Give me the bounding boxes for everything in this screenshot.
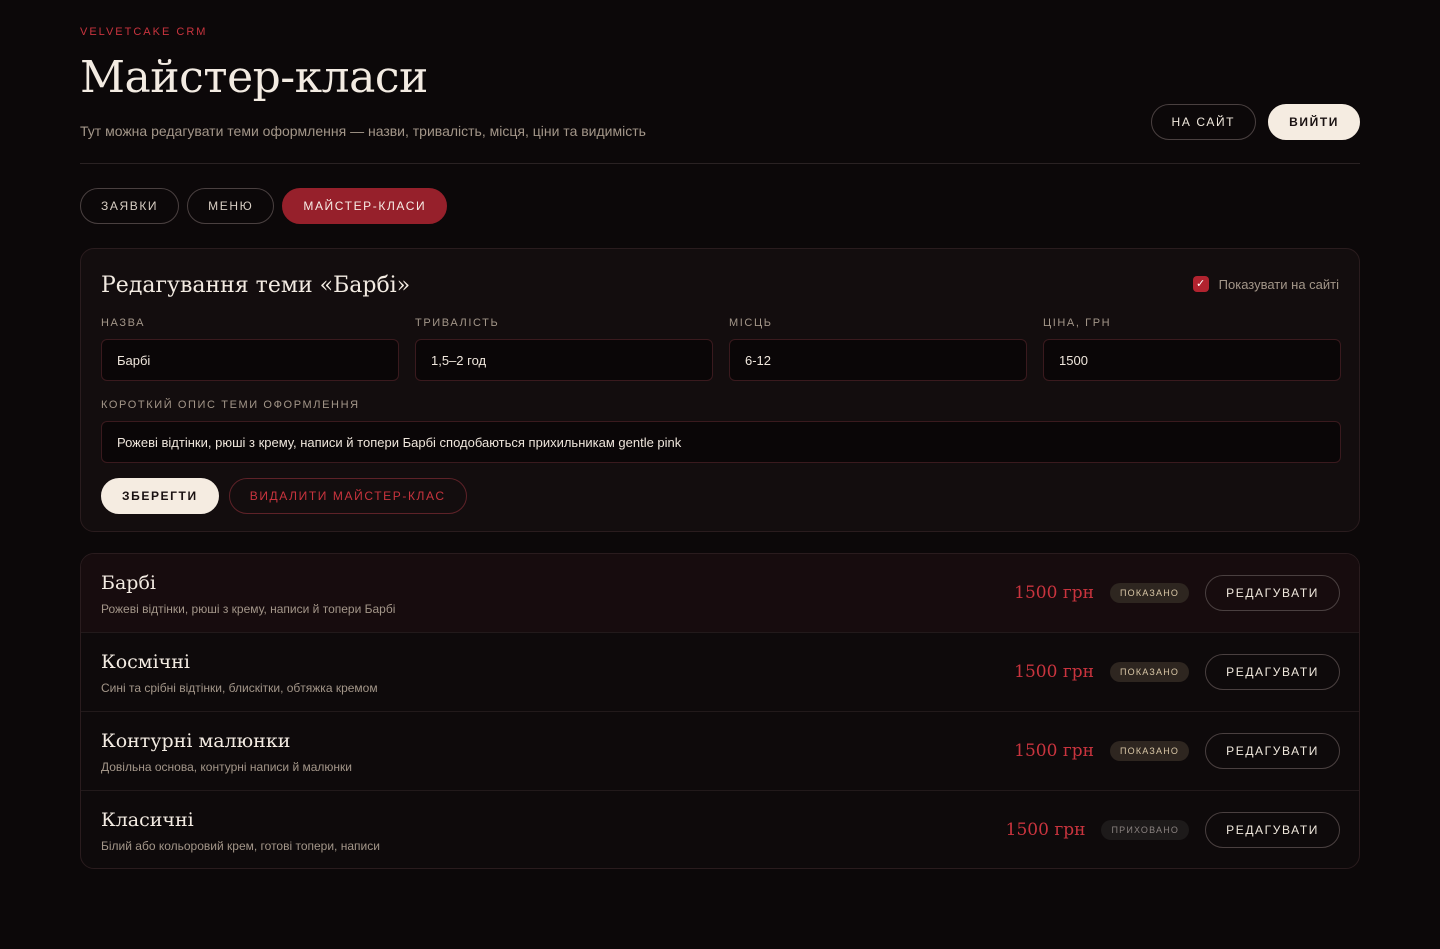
header-divider (80, 163, 1360, 164)
header-actions: НА САЙТ ВИЙТИ (1150, 104, 1360, 140)
description-field-label: КОРОТКИЙ ОПИС ТЕМИ ОФОРМЛЕННЯ (101, 399, 360, 411)
class-meta: 1500 грн ПРИХОВАНО РЕДАГУВАТИ (1006, 812, 1340, 848)
class-name: Контурні малюнки (101, 730, 291, 752)
tab-requests[interactable]: ЗАЯВКИ (80, 188, 180, 224)
name-field-label: НАЗВА (101, 317, 146, 329)
class-name: Класичні (101, 809, 194, 831)
duration-field-label: ТРИВАЛІСТЬ (415, 317, 500, 329)
tab-master-classes[interactable]: МАЙСТЕР-КЛАСИ (282, 188, 448, 224)
page-title: Майстер-класи (80, 52, 428, 103)
class-price: 1500 грн (1014, 741, 1094, 761)
name-input[interactable] (101, 339, 399, 381)
editor-actions: ЗБЕРЕГТИ ВИДАЛИТИ МАЙСТЕР-КЛАС (101, 478, 467, 514)
master-classes-list: Барбі Рожеві відтінки, рюші з крему, нап… (80, 553, 1360, 869)
class-price: 1500 грн (1005, 820, 1086, 840)
class-description: Довільна основа, контурні написи й малюн… (101, 760, 352, 774)
class-price: 1500 грн (1014, 583, 1094, 603)
class-description: Білий або кольоровий крем, готові топери… (101, 839, 380, 853)
duration-field-group: ТРИВАЛІСТЬ (415, 317, 713, 381)
list-item: Космічні Сині та срібні відтінки, блискі… (81, 633, 1359, 712)
logout-button[interactable]: ВИЙТИ (1268, 104, 1360, 140)
brand-label: VELVETCAKE CRM (80, 26, 208, 38)
class-description: Сині та срібні відтінки, блискітки, обтя… (101, 681, 378, 695)
places-field-group: МІСЦЬ (729, 317, 1027, 381)
status-badge: ПОКАЗАНО (1109, 662, 1190, 682)
status-badge: ПОКАЗАНО (1109, 741, 1190, 761)
save-button[interactable]: ЗБЕРЕГТИ (101, 478, 219, 514)
duration-input[interactable] (415, 339, 713, 381)
class-name: Барбі (101, 572, 156, 594)
show-on-site-toggle[interactable]: ✓ Показувати на сайті (1192, 276, 1339, 292)
class-meta: 1500 грн ПОКАЗАНО РЕДАГУВАТИ (1014, 733, 1340, 769)
places-input[interactable] (729, 339, 1027, 381)
status-badge: ПОКАЗАНО (1109, 583, 1190, 603)
checkbox-checked-icon[interactable]: ✓ (1192, 276, 1209, 292)
edit-button[interactable]: РЕДАГУВАТИ (1205, 812, 1340, 848)
edit-button[interactable]: РЕДАГУВАТИ (1205, 654, 1340, 690)
theme-fields: НАЗВА ТРИВАЛІСТЬ МІСЦЬ ЦІНА, ГРН (101, 317, 1341, 381)
price-field-group: ЦІНА, ГРН (1043, 317, 1341, 381)
editor-title: Редагування теми «Барбі» (101, 273, 411, 298)
price-input[interactable] (1043, 339, 1341, 381)
class-price: 1500 грн (1014, 662, 1094, 682)
description-input[interactable] (101, 421, 1341, 463)
class-description: Рожеві відтінки, рюші з крему, написи й … (101, 602, 396, 616)
list-item: Барбі Рожеві відтінки, рюші з крему, нап… (81, 554, 1359, 633)
list-item: Класичні Білий або кольоровий крем, гото… (81, 791, 1359, 868)
edit-theme-panel: Редагування теми «Барбі» ✓ Показувати на… (80, 248, 1360, 532)
class-name: Космічні (101, 651, 190, 673)
edit-button[interactable]: РЕДАГУВАТИ (1205, 733, 1340, 769)
show-on-site-label: Показувати на сайті (1218, 276, 1339, 292)
class-meta: 1500 грн ПОКАЗАНО РЕДАГУВАТИ (1014, 654, 1340, 690)
to-site-button[interactable]: НА САЙТ (1150, 104, 1257, 140)
list-item: Контурні малюнки Довільна основа, контур… (81, 712, 1359, 791)
status-badge: ПРИХОВАНО (1101, 820, 1190, 840)
section-tabs: ЗАЯВКИ МЕНЮ МАЙСТЕР-КЛАСИ (80, 188, 448, 224)
page-subtitle: Тут можна редагувати теми оформлення — н… (80, 123, 646, 139)
edit-button[interactable]: РЕДАГУВАТИ (1205, 575, 1340, 611)
places-field-label: МІСЦЬ (729, 317, 773, 329)
delete-class-button[interactable]: ВИДАЛИТИ МАЙСТЕР-КЛАС (228, 478, 467, 514)
description-field-group: КОРОТКИЙ ОПИС ТЕМИ ОФОРМЛЕННЯ (101, 399, 1341, 463)
price-field-label: ЦІНА, ГРН (1043, 317, 1112, 329)
tab-menu[interactable]: МЕНЮ (187, 188, 275, 224)
class-meta: 1500 грн ПОКАЗАНО РЕДАГУВАТИ (1014, 575, 1340, 611)
name-field-group: НАЗВА (101, 317, 399, 381)
